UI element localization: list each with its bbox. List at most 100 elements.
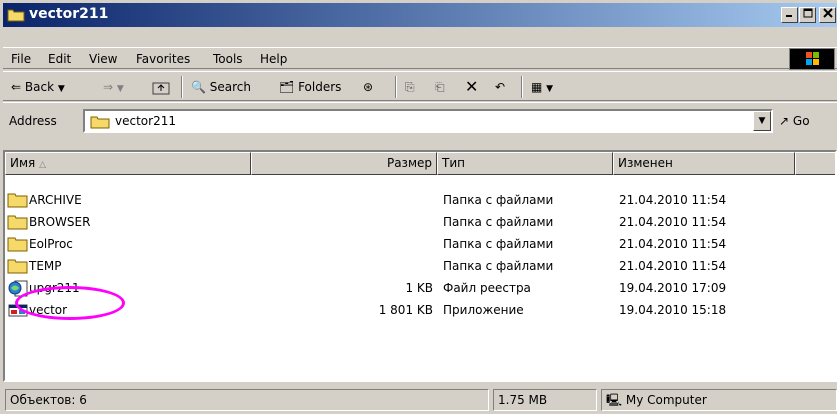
- column-header-name[interactable]: Имя △: [5, 152, 251, 175]
- back-arrow-icon: ⇐: [11, 80, 22, 94]
- move-to-icon: ⎘: [405, 80, 415, 94]
- address-label: Address: [9, 114, 57, 128]
- window-title: vector211: [29, 6, 109, 22]
- menu-view[interactable]: View: [89, 52, 117, 66]
- file-modified: 19.04.2010 17:09: [619, 281, 727, 295]
- go-label: Go: [792, 114, 810, 128]
- go-arrow-icon: ↗: [779, 114, 790, 128]
- file-size: 1 801 KB: [378, 303, 433, 317]
- list-item[interactable]: ARCHIVE Папка с файлами 21.04.2010 11:54: [5, 190, 835, 212]
- folder-icon: [7, 259, 28, 274]
- highlight-annotation: [15, 286, 125, 320]
- go-button[interactable]: ↗ Go: [779, 114, 810, 128]
- my-computer-icon: 🖳: [606, 393, 623, 407]
- file-name: TEMP: [29, 259, 62, 273]
- folder-icon: [7, 9, 25, 22]
- explorer-window: vector211 File Edit View Favorites Tools…: [0, 0, 837, 414]
- status-location: 🖳 My Computer: [601, 389, 837, 411]
- file-type: Папка с файлами: [443, 193, 554, 207]
- history-button[interactable]: ⊛: [363, 78, 373, 96]
- toolbar-separator: [395, 76, 397, 98]
- address-dropdown-button[interactable]: ▼: [753, 111, 771, 131]
- copy-to-button[interactable]: ⎗: [435, 78, 445, 96]
- file-modified: 19.04.2010 15:18: [619, 303, 727, 317]
- file-name: ARCHIVE: [29, 193, 82, 207]
- forward-arrow-icon: ⇒: [103, 80, 114, 94]
- file-modified: 21.04.2010 11:54: [619, 259, 727, 273]
- list-item[interactable]: TEMP Папка с файлами 21.04.2010 11:54: [5, 256, 835, 278]
- menu-favorites[interactable]: Favorites: [136, 52, 190, 66]
- windows-flag-icon: [806, 52, 819, 65]
- folders-button[interactable]: 🗂 Folders: [279, 78, 341, 96]
- column-type-label: Тип: [442, 156, 465, 170]
- chevron-down-icon[interactable]: ▼: [546, 84, 553, 94]
- menu-file[interactable]: File: [11, 52, 31, 66]
- close-button[interactable]: [819, 7, 836, 23]
- search-icon: 🔍: [191, 80, 206, 94]
- list-item[interactable]: EolProc Папка с файлами 21.04.2010 11:54: [5, 234, 835, 256]
- move-to-button[interactable]: ⎘: [405, 78, 415, 96]
- file-size: 1 KB: [405, 281, 433, 295]
- column-header-size[interactable]: Размер: [251, 152, 437, 175]
- close-icon: [822, 8, 833, 18]
- views-icon: ▦: [531, 80, 543, 94]
- folder-up-icon: [152, 82, 170, 94]
- list-item[interactable]: upgr211 1 KB Файл реестра 19.04.2010 17:…: [5, 278, 835, 300]
- back-label: Back: [24, 80, 55, 94]
- undo-icon: ↶: [495, 80, 506, 94]
- file-modified: 21.04.2010 11:54: [619, 193, 727, 207]
- file-name: BROWSER: [29, 215, 91, 229]
- maximize-button[interactable]: [799, 7, 816, 23]
- column-name-label: Имя: [10, 156, 36, 170]
- status-size: 1.75 MB: [493, 389, 597, 411]
- folders-label: Folders: [298, 80, 342, 94]
- back-button[interactable]: ⇐ Back ▼: [11, 78, 65, 96]
- minimize-button[interactable]: [781, 7, 798, 23]
- folder-icon: [7, 215, 28, 230]
- folder-icon: [7, 237, 28, 252]
- chevron-down-icon[interactable]: ▼: [58, 84, 65, 94]
- file-type: Папка с файлами: [443, 259, 554, 273]
- menu-edit[interactable]: Edit: [48, 52, 71, 66]
- chevron-down-icon[interactable]: ▼: [117, 84, 124, 94]
- search-button[interactable]: 🔍 Search: [191, 78, 251, 96]
- menu-help[interactable]: Help: [260, 52, 287, 66]
- windows-logo: [789, 48, 835, 70]
- undo-button[interactable]: ↶: [495, 78, 505, 96]
- address-input[interactable]: vector211 ▼: [83, 109, 773, 133]
- column-modified-label: Изменен: [618, 156, 673, 170]
- file-type: Папка с файлами: [443, 237, 554, 251]
- views-button[interactable]: ▦ ▼: [531, 78, 553, 96]
- delete-button[interactable]: ✕: [465, 78, 478, 96]
- column-header-filler: [795, 152, 835, 175]
- history-icon: ⊛: [363, 80, 374, 94]
- file-list[interactable]: Имя △ Размер Тип Изменен ARCHIVE Папка с…: [3, 150, 837, 382]
- maximize-icon: [803, 8, 812, 18]
- delete-icon: ✕: [465, 77, 479, 96]
- title-bar[interactable]: vector211: [3, 3, 837, 27]
- status-object-count: Объектов: 6: [5, 389, 489, 411]
- column-size-label: Размер: [386, 156, 432, 170]
- folder-icon: [7, 193, 28, 208]
- folder-icon: [90, 116, 110, 129]
- search-label: Search: [209, 80, 252, 94]
- chevron-down-icon: ▼: [758, 116, 766, 126]
- column-header-type[interactable]: Тип: [437, 152, 613, 175]
- file-type: Папка с файлами: [443, 215, 554, 229]
- address-bar: Address vector211 ▼ ↗ Go: [3, 102, 837, 150]
- forward-button[interactable]: ⇒ ▼: [103, 78, 124, 96]
- file-modified: 21.04.2010 11:54: [619, 237, 727, 251]
- address-value: vector211: [115, 114, 176, 128]
- minimize-icon: [785, 15, 792, 17]
- list-item[interactable]: vector 1 801 KB Приложение 19.04.2010 15…: [5, 300, 835, 322]
- up-button[interactable]: [151, 78, 171, 96]
- toolbar-separator: [521, 76, 523, 98]
- standard-toolbar: ⇐ Back ▼ ⇒ ▼ 🔍 Search 🗂 Folders ⊛ ⎘ ⎗ ✕ …: [3, 71, 837, 101]
- menu-tools[interactable]: Tools: [213, 52, 243, 66]
- column-header-modified[interactable]: Изменен: [613, 152, 795, 175]
- file-type: Приложение: [443, 303, 524, 317]
- toolbar-separator: [181, 76, 183, 98]
- file-type: Файл реестра: [443, 281, 531, 295]
- list-item[interactable]: BROWSER Папка с файлами 21.04.2010 11:54: [5, 212, 835, 234]
- status-location-label: My Computer: [625, 393, 707, 407]
